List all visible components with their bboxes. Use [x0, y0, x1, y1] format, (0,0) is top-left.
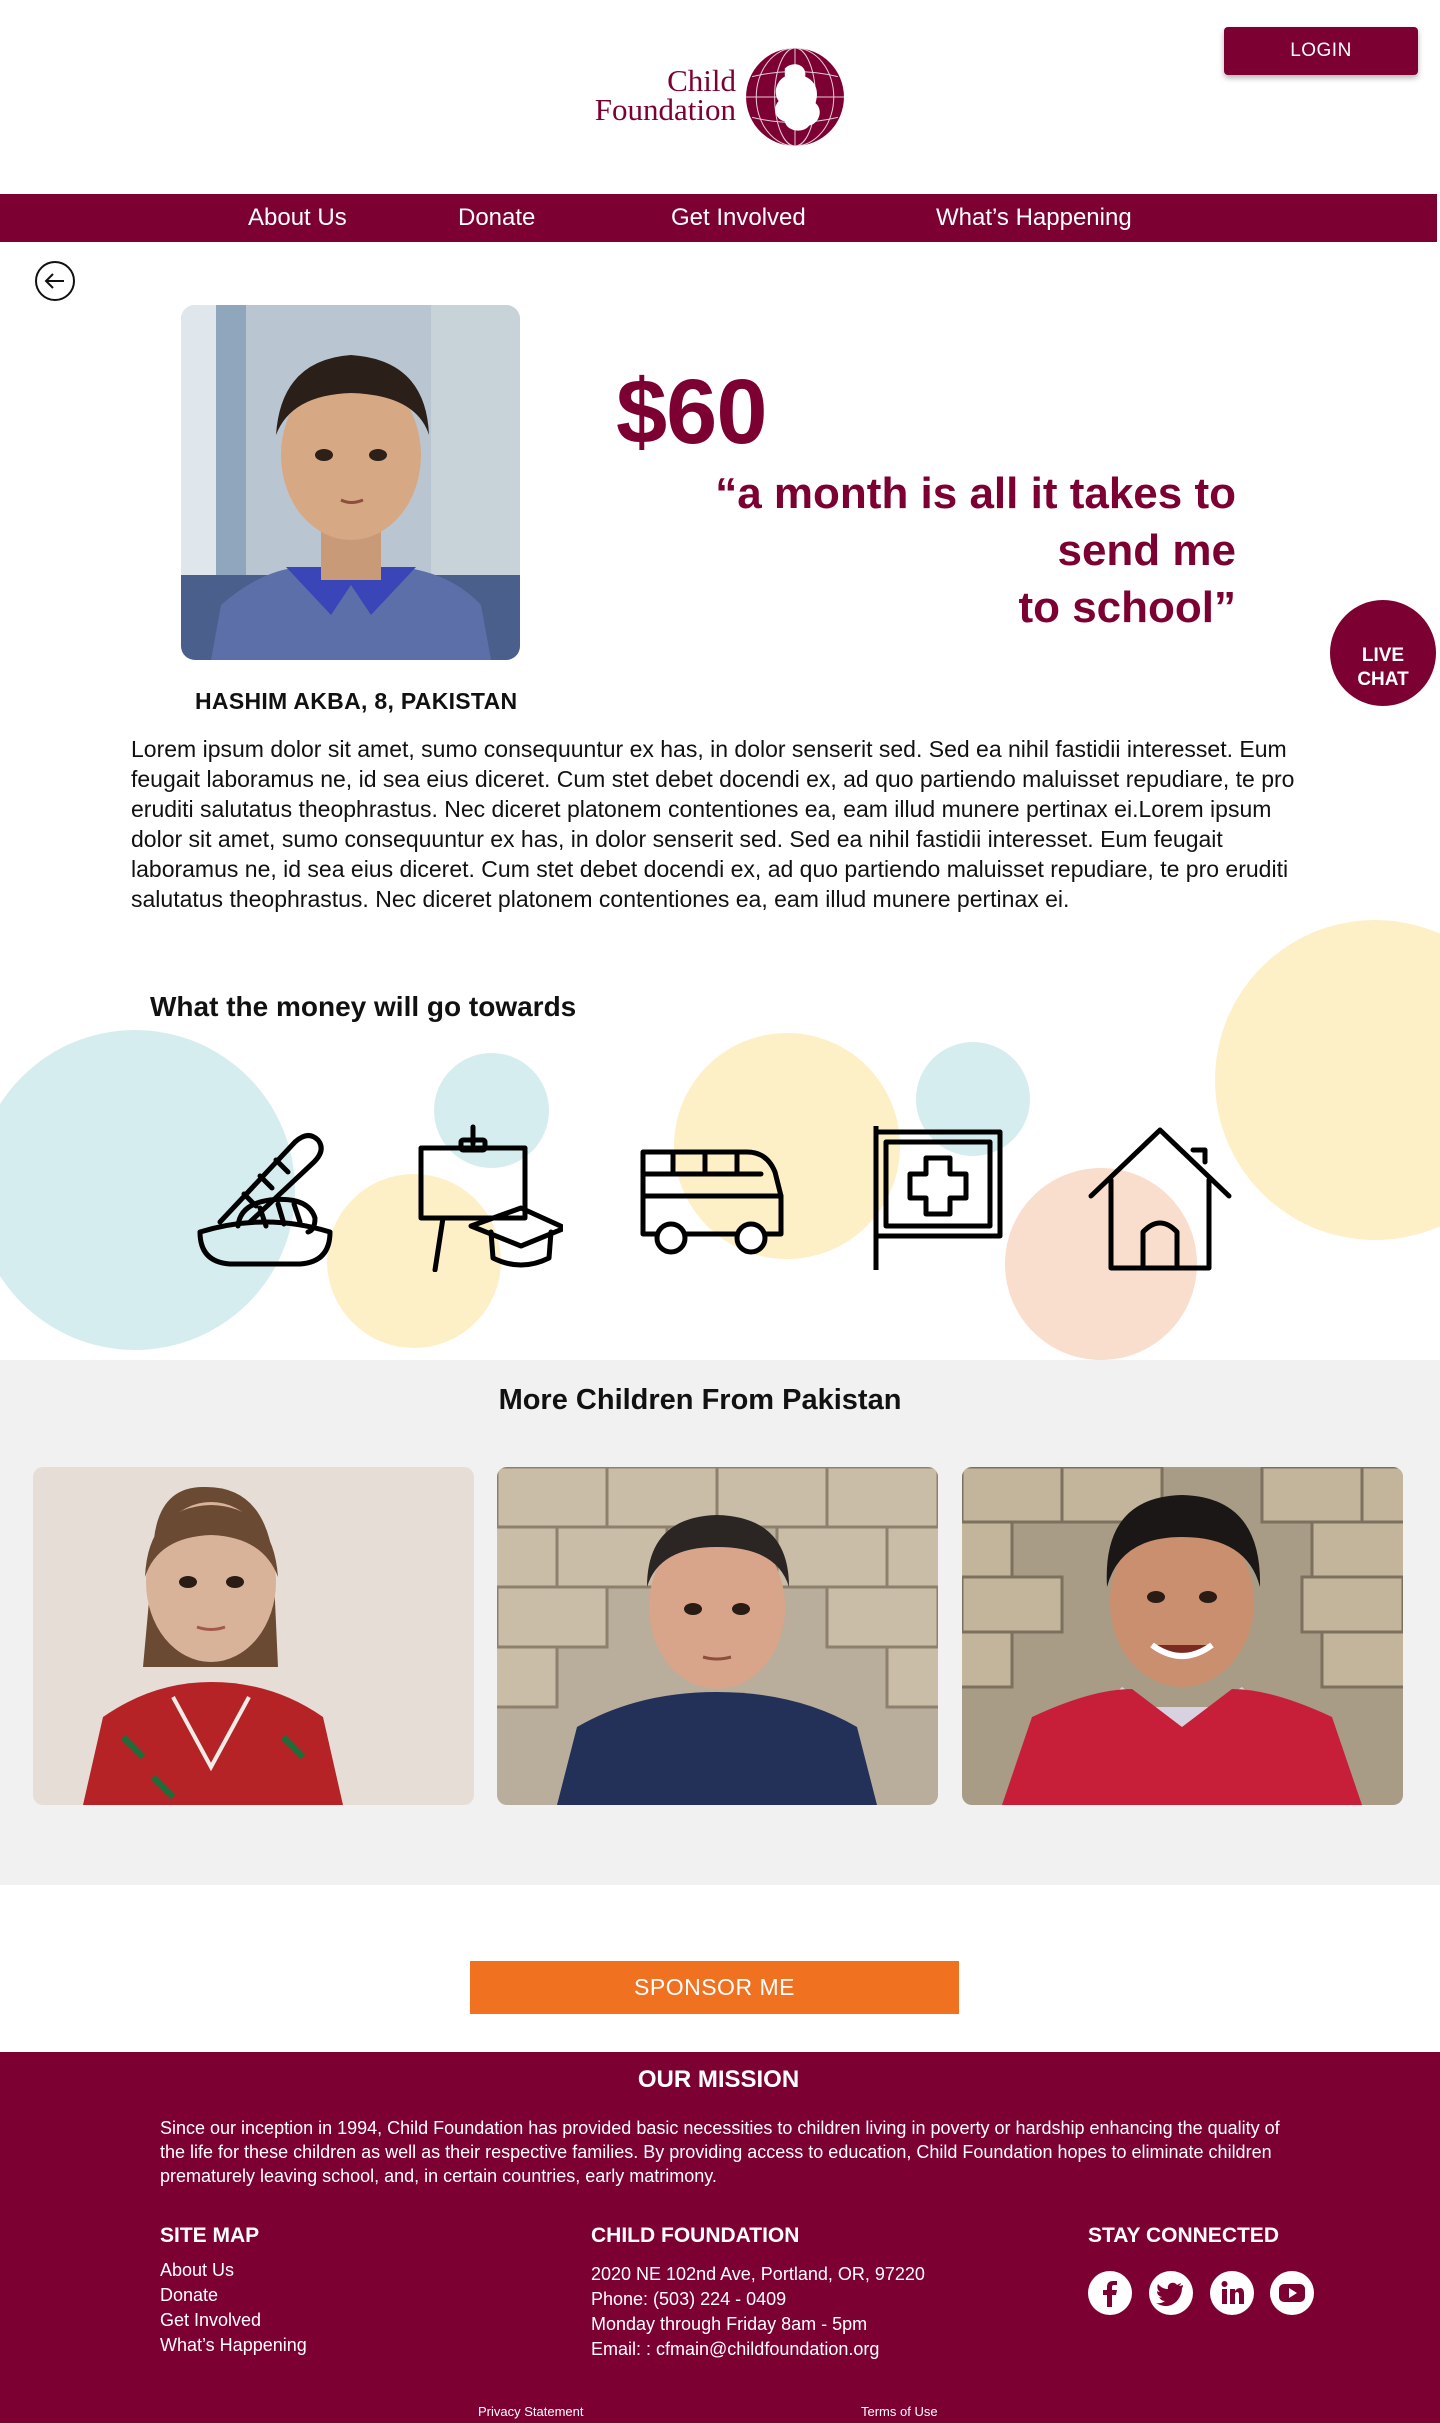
- live-chat-line-2: CHAT: [1357, 668, 1409, 690]
- twitter-icon[interactable]: [1148, 2270, 1194, 2316]
- child-foundation-logo[interactable]: Child Foundation: [582, 42, 846, 152]
- facebook-icon[interactable]: [1087, 2270, 1133, 2316]
- nav-item-donate[interactable]: Donate: [458, 194, 535, 242]
- globe-icon: [746, 47, 844, 147]
- child-card-smiling-boy[interactable]: [962, 1467, 1403, 1805]
- sitemap-link-whats-happening[interactable]: What’s Happening: [160, 2333, 307, 2358]
- back-button[interactable]: [35, 261, 75, 301]
- org-title: CHILD FOUNDATION: [591, 2224, 800, 2247]
- privacy-statement-link[interactable]: Privacy Statement: [478, 2404, 584, 2419]
- logo-line-1: Child: [667, 63, 736, 98]
- child-story: Lorem ipsum dolor sit amet, sumo consequ…: [131, 736, 1295, 912]
- org-email[interactable]: Email: : cfmain@childfoundation.org: [591, 2337, 925, 2362]
- bubble-yellow-large: [1215, 920, 1440, 1240]
- bus-icon: [640, 1149, 784, 1255]
- arrow-left-icon: [44, 273, 64, 289]
- towards-title: What the money will go towards: [150, 991, 577, 1022]
- mission-title: OUR MISSION: [637, 2066, 800, 2093]
- live-chat-button[interactable]: LIVE CHAT: [1330, 600, 1436, 706]
- sitemap-list: About Us Donate Get Involved What’s Happ…: [160, 2258, 307, 2358]
- monthly-price: $60: [616, 361, 767, 463]
- terms-of-use-link[interactable]: Terms of Use: [861, 2404, 938, 2419]
- sitemap-title: SITE MAP: [160, 2224, 260, 2247]
- site-footer: OUR MISSION Since our inception in 1994,…: [0, 2052, 1440, 2423]
- sponsor-me-button[interactable]: SPONSOR ME: [470, 1961, 959, 2014]
- linkedin-icon[interactable]: [1209, 2270, 1255, 2316]
- logo-line-2: Foundation: [594, 92, 736, 127]
- site-header: Child Foundation LOGIN: [0, 0, 1440, 194]
- child-card-girl[interactable]: [33, 1467, 474, 1805]
- food-icon: [197, 1133, 333, 1267]
- child-caption: HASHIM AKBA, 8, PAKISTAN: [195, 688, 518, 714]
- main-nav: About Us Donate Get Involved What’s Happ…: [0, 194, 1437, 242]
- medical-icon: [873, 1126, 1003, 1270]
- child-quote: “a month is all it takes to send me to s…: [640, 465, 1236, 636]
- org-phone: Phone: (503) 224 - 0409: [591, 2289, 787, 2309]
- nav-item-get-involved[interactable]: Get Involved: [671, 194, 806, 242]
- live-chat-line-1: LIVE: [1361, 644, 1405, 666]
- youtube-icon[interactable]: [1269, 2270, 1315, 2316]
- home-icon: [1088, 1127, 1232, 1271]
- child-photo: [181, 305, 520, 660]
- org-contact: 2020 NE 102nd Ave, Portland, OR, 97220 P…: [591, 2262, 925, 2362]
- sitemap-link-donate[interactable]: Donate: [160, 2283, 307, 2308]
- org-address: 2020 NE 102nd Ave, Portland, OR, 97220: [591, 2264, 925, 2284]
- more-children-section: More Children From Pakistan: [0, 1360, 1440, 1885]
- education-icon: [418, 1124, 563, 1272]
- mission-text: Since our inception in 1994, Child Found…: [160, 2118, 1280, 2186]
- nav-item-whats-happening[interactable]: What’s Happening: [936, 194, 1132, 242]
- login-button[interactable]: LOGIN: [1224, 27, 1418, 75]
- nav-item-about-us[interactable]: About Us: [248, 194, 347, 242]
- more-children-title: More Children From Pakistan: [498, 1384, 902, 1416]
- org-hours: Monday through Friday 8am - 5pm: [591, 2314, 868, 2334]
- quote-line-2: to school”: [1018, 583, 1236, 632]
- sitemap-link-get-involved[interactable]: Get Involved: [160, 2308, 307, 2333]
- stay-connected-title: STAY CONNECTED: [1088, 2224, 1279, 2247]
- logo-wordmark: Child Foundation: [594, 63, 736, 127]
- child-card-boy[interactable]: [497, 1467, 938, 1805]
- sitemap-link-about-us[interactable]: About Us: [160, 2258, 307, 2283]
- quote-line-1: “a month is all it takes to send me: [715, 469, 1236, 575]
